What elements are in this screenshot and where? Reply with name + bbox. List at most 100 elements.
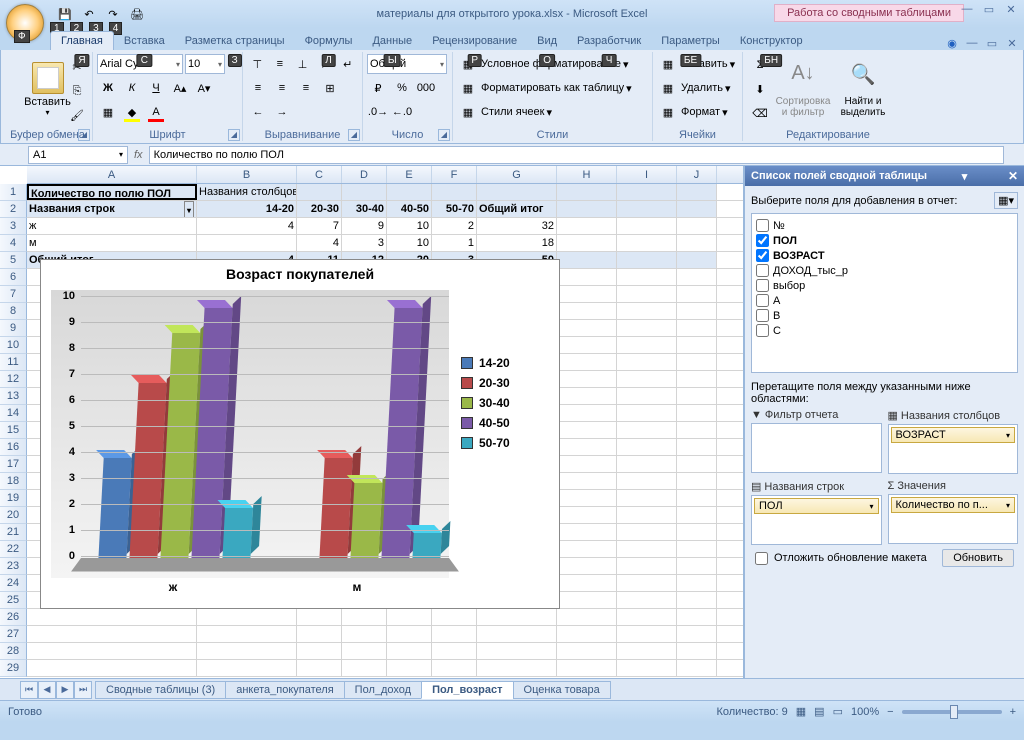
cell[interactable] [617,524,677,540]
cell[interactable] [557,354,617,370]
bar-м-40-50[interactable] [381,308,422,558]
tab-9[interactable]: КонструкторБН [730,32,813,50]
align-top-icon[interactable]: ⊤ [247,53,268,75]
cell[interactable] [617,303,677,319]
cell[interactable] [677,269,717,285]
field-ДОХОД_тыс_р[interactable]: ДОХОД_тыс_р [756,263,1013,278]
cell[interactable] [557,388,617,404]
defer-update-checkbox[interactable] [755,552,768,565]
grow-font-icon[interactable]: A▴ [169,77,191,99]
cell[interactable] [617,235,677,251]
col-header-H[interactable]: H [557,166,617,183]
cell[interactable] [197,235,297,251]
field-ВОЗРАСТ[interactable]: ВОЗРАСТ [756,248,1013,263]
cell[interactable] [617,473,677,489]
bar-м-20-30[interactable] [319,458,352,558]
tab-0[interactable]: ГлавнаяЯ [50,31,114,50]
cell[interactable] [677,201,717,217]
doc-close-icon[interactable]: ✕ [1004,36,1020,50]
view-break-icon[interactable]: ▭ [833,705,843,718]
clear-icon[interactable]: ⌫ [749,102,771,124]
row-header-16[interactable]: 16 [0,439,27,456]
field-C[interactable]: C [756,323,1013,338]
cell[interactable] [27,609,197,625]
cell[interactable] [677,473,717,489]
number-format-combo[interactable]: Общий▾ [367,54,447,74]
view-normal-icon[interactable]: ▦ [796,705,806,718]
cell[interactable] [617,388,677,404]
cell[interactable] [557,575,617,591]
row-header-20[interactable]: 20 [0,507,27,524]
row-header-11[interactable]: 11 [0,354,27,371]
align-center-icon[interactable]: ≡ [271,77,293,99]
bar-ж-14-20[interactable] [98,458,131,558]
layout-options-icon[interactable]: ▦▾ [994,192,1018,209]
doc-minimize-icon[interactable]: — [964,36,980,50]
cell[interactable] [432,184,477,200]
cell[interactable] [617,218,677,234]
field-A[interactable]: A [756,293,1013,308]
shrink-font-icon[interactable]: A▾ [193,77,215,99]
row-header-18[interactable]: 18 [0,473,27,490]
borders-icon[interactable]: ▦ [97,101,119,123]
tab-4[interactable]: ДанныеЫ [362,32,422,50]
cell[interactable] [557,524,617,540]
task-pane-menu-icon[interactable]: ▾ [962,170,968,183]
col-header-G[interactable]: G [477,166,557,183]
cell[interactable] [677,643,717,659]
cell[interactable] [342,626,387,642]
formula-bar[interactable]: Количество по полю ПОЛ [149,146,1004,164]
close-icon[interactable]: ✕ [1002,2,1020,16]
task-pane-close-icon[interactable]: ✕ [1008,169,1018,183]
currency-icon[interactable]: ₽ [367,77,389,99]
cell[interactable]: ж [27,218,197,234]
align-left-icon[interactable]: ≡ [247,77,269,99]
cell[interactable] [617,626,677,642]
cell[interactable]: 40-50 [387,201,432,217]
bar-ж-50-70[interactable] [222,508,253,558]
cell[interactable] [677,184,717,200]
update-button[interactable]: Обновить [942,549,1014,567]
cell[interactable] [677,320,717,336]
cell[interactable] [617,422,677,438]
cell[interactable]: 10 [387,235,432,251]
cell[interactable] [197,626,297,642]
font-size-combo[interactable]: 10▾ [185,54,225,74]
format-table-icon[interactable]: ▦ [457,77,479,99]
cell[interactable] [617,184,677,200]
field-№[interactable]: № [756,218,1013,233]
col-header-J[interactable]: J [677,166,717,183]
doc-restore-icon[interactable]: ▭ [984,36,1000,50]
row-header-12[interactable]: 12 [0,371,27,388]
font-color-icon[interactable]: A [145,101,167,123]
cell[interactable] [557,218,617,234]
cell[interactable] [677,286,717,302]
sheet-tab-2[interactable]: Пол_доход [344,681,422,699]
merge-icon[interactable]: ⊞ [319,77,341,99]
row-header-9[interactable]: 9 [0,320,27,337]
cell[interactable] [677,609,717,625]
row-header-2[interactable]: 2 [0,201,27,218]
format-cells-icon[interactable]: ▦ [657,101,679,123]
cell[interactable] [677,354,717,370]
cell-styles-icon[interactable]: ▦ [457,101,479,123]
view-layout-icon[interactable]: ▤ [814,705,824,718]
row-header-1[interactable]: 1 [0,184,27,201]
row-header-4[interactable]: 4 [0,235,27,252]
fill-color-icon[interactable]: ◆ [121,101,143,123]
cell[interactable] [197,609,297,625]
maximize-icon[interactable]: ▭ [980,2,998,16]
rows-field-pill[interactable]: ПОЛ▾ [754,498,879,514]
cell[interactable] [677,439,717,455]
cell[interactable] [297,184,342,200]
cell[interactable] [617,354,677,370]
tab-6[interactable]: ВидО [527,32,567,50]
cell[interactable] [557,558,617,574]
indent-increase-icon[interactable]: → [271,101,293,123]
cell-styles-button[interactable]: Стили ячеек [481,106,544,118]
cell[interactable]: 7 [297,218,342,234]
cell[interactable] [557,303,617,319]
cell[interactable] [617,337,677,353]
tab-8[interactable]: ПараметрыБЕ [651,32,730,50]
cell[interactable] [27,643,197,659]
